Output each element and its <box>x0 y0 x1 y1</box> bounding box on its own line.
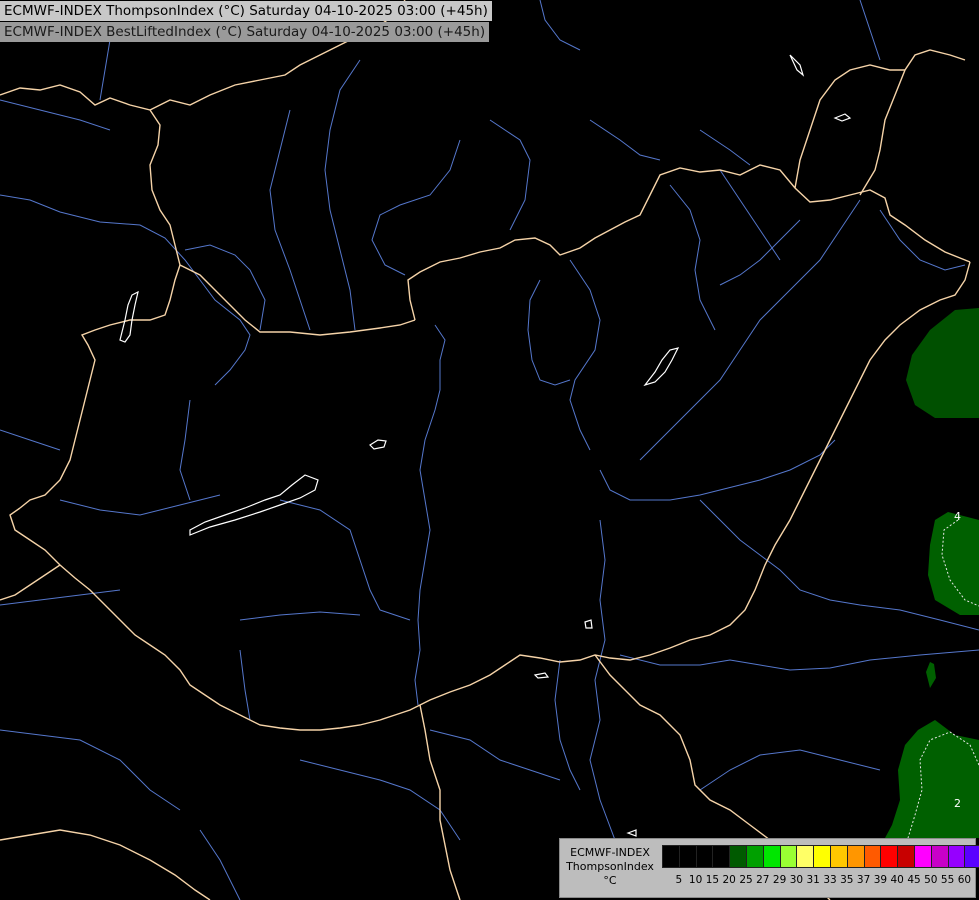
color-legend: ECMWF-INDEX ThompsonIndex °C 5 10 15 20 25 27… <box>559 838 979 898</box>
contour-label-2: 2 <box>954 797 961 810</box>
legend-tick: 50 <box>924 874 938 886</box>
legend-tick: 25 <box>739 874 753 886</box>
legend-tick: 20 <box>722 874 736 886</box>
legend-swatch <box>797 846 815 867</box>
legend-swatch <box>830 846 848 867</box>
legend-tick: 27 <box>756 874 770 886</box>
legend-tick: 40 <box>890 874 904 886</box>
legend-swatch <box>746 846 764 867</box>
legend-tick: 30 <box>789 874 804 886</box>
legend-tick: 15 <box>705 874 720 886</box>
legend-swatch <box>763 846 781 867</box>
legend-tick: 35 <box>840 874 854 886</box>
legend-swatch <box>679 846 697 867</box>
legend-swatch <box>931 846 949 867</box>
legend-swatch <box>847 846 865 867</box>
legend-tick-labels: 5 10 15 20 25 27 29 30 31 33 35 37 39 40 45 50 55 60 <box>662 874 972 888</box>
legend-tick: 33 <box>823 874 837 886</box>
legend-tick: 31 <box>806 874 820 886</box>
legend-tick: 45 <box>907 874 921 886</box>
legend-title-model: ECMWF-INDEX <box>570 846 650 859</box>
legend-color-scale <box>662 845 979 868</box>
legend-tick: 55 <box>940 874 955 886</box>
contour-label-4: 4 <box>954 510 961 523</box>
legend-title-index: ThompsonIndex <box>566 860 654 873</box>
weather-map: 4 2 <box>0 0 979 900</box>
map-title-best-lifted-index: ECMWF-INDEX BestLiftedIndex (°C) Saturda… <box>0 22 490 42</box>
legend-swatch <box>948 846 966 867</box>
legend-swatch <box>881 846 899 867</box>
legend-swatch <box>864 846 882 867</box>
legend-swatch <box>663 846 680 867</box>
legend-swatch <box>898 846 915 867</box>
legend-unit: °C <box>603 874 617 887</box>
legend-swatch <box>713 846 731 867</box>
legend-swatch <box>730 846 747 867</box>
legend-tick: 39 <box>873 874 888 886</box>
legend-swatch <box>814 846 831 867</box>
legend-tick: 5 <box>675 874 683 886</box>
legend-swatch <box>696 846 714 867</box>
legend-swatch <box>914 846 932 867</box>
legend-label: ECMWF-INDEX ThompsonIndex °C <box>564 846 656 888</box>
legend-swatch <box>780 846 798 867</box>
map-title-thompson-index: ECMWF-INDEX ThompsonIndex (°C) Saturday … <box>0 1 492 21</box>
legend-swatch <box>965 846 979 867</box>
legend-tick: 60 <box>957 874 972 886</box>
legend-tick: 10 <box>688 874 703 886</box>
legend-tick: 29 <box>772 874 787 886</box>
legend-tick: 37 <box>856 874 871 886</box>
